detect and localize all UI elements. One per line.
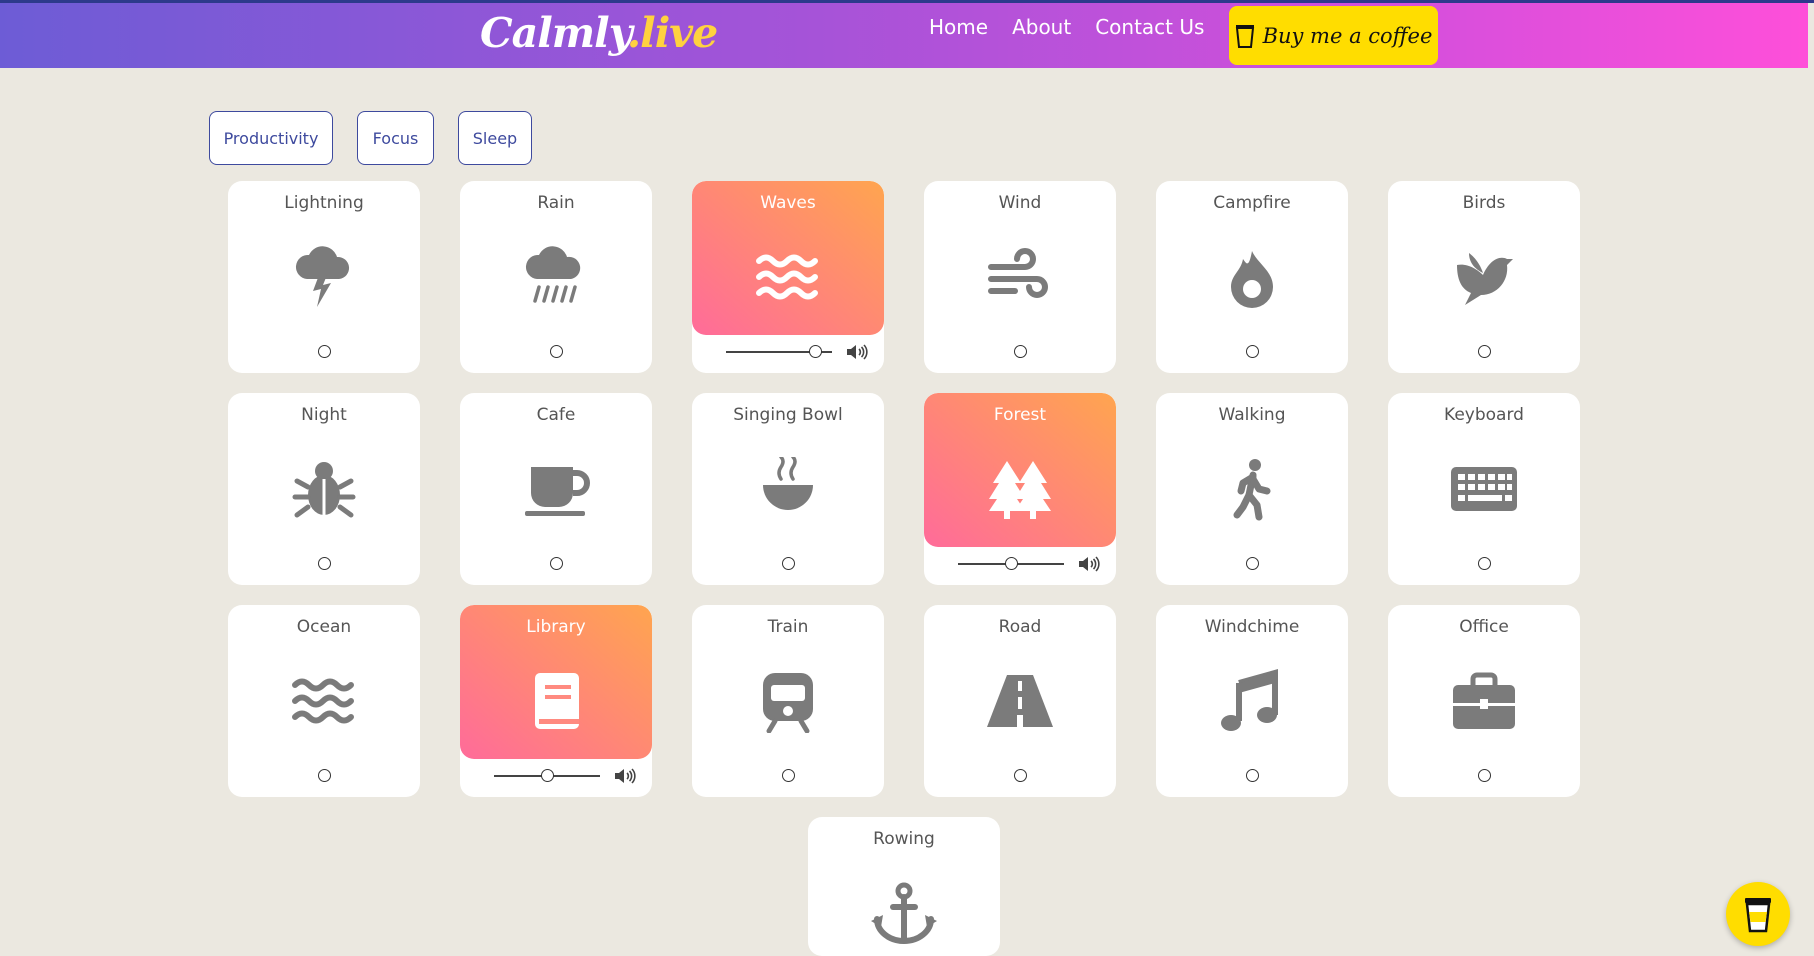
thunderstorm-icon xyxy=(289,245,359,309)
play-toggle[interactable] xyxy=(318,769,331,782)
play-toggle[interactable] xyxy=(550,557,563,570)
coffee-fab-button[interactable] xyxy=(1726,882,1790,946)
bowl-icon xyxy=(753,455,823,521)
filter-focus[interactable]: Focus xyxy=(357,111,434,165)
sound-card-birds[interactable]: Birds xyxy=(1388,181,1580,373)
water-icon xyxy=(753,245,823,309)
coffee-cup-icon xyxy=(1745,898,1771,933)
sound-card-train[interactable]: Train xyxy=(692,605,884,797)
sound-card-cafe[interactable]: Cafe xyxy=(460,393,652,585)
site-logo[interactable]: Calmly.live xyxy=(480,9,718,57)
sound-card-night[interactable]: Night xyxy=(228,393,420,585)
sound-card-wind[interactable]: Wind xyxy=(924,181,1116,373)
category-filters: Productivity Focus Sleep xyxy=(209,111,532,165)
sound-card-title: Train xyxy=(767,617,809,637)
main-nav: Home About Contact Us xyxy=(929,15,1204,39)
sound-card-road[interactable]: Road xyxy=(924,605,1116,797)
volume-icon[interactable] xyxy=(1078,556,1100,572)
nav-about-link[interactable]: About xyxy=(1012,15,1071,39)
play-toggle[interactable] xyxy=(782,557,795,570)
sound-card-rowing[interactable]: Rowing xyxy=(808,817,1000,956)
train-icon xyxy=(753,669,823,734)
rain-cloud-icon xyxy=(521,245,591,309)
sound-card-waves[interactable]: Waves xyxy=(692,181,884,373)
sound-card-windchime[interactable]: Windchime xyxy=(1156,605,1348,797)
sound-card-title: Walking xyxy=(1218,405,1286,425)
play-toggle[interactable] xyxy=(1246,557,1259,570)
volume-slider-knob[interactable] xyxy=(540,769,554,782)
sound-card-title: Rowing xyxy=(873,829,935,849)
sound-card-forest[interactable]: Forest xyxy=(924,393,1116,585)
site-header: Calmly.live Home About Contact Us Buy me… xyxy=(0,3,1814,68)
sound-card-title: Cafe xyxy=(536,405,576,425)
volume-icon[interactable] xyxy=(614,768,636,784)
filter-productivity[interactable]: Productivity xyxy=(209,111,333,165)
sound-card-campfire[interactable]: Campfire xyxy=(1156,181,1348,373)
play-toggle[interactable] xyxy=(1246,345,1259,358)
play-toggle[interactable] xyxy=(318,557,331,570)
anchor-icon xyxy=(869,881,939,945)
volume-icon[interactable] xyxy=(846,344,868,360)
sound-card-library[interactable]: Library xyxy=(460,605,652,797)
coffee-cup-icon xyxy=(521,457,591,521)
sound-card-title: Singing Bowl xyxy=(733,405,843,425)
sound-card-title: Waves xyxy=(760,193,816,213)
sound-card-ocean[interactable]: Ocean xyxy=(228,605,420,797)
sound-card-title: Ocean xyxy=(296,617,352,637)
play-toggle[interactable] xyxy=(318,345,331,358)
road-icon xyxy=(985,669,1055,733)
music-note-icon xyxy=(1217,669,1287,733)
play-toggle[interactable] xyxy=(1478,769,1491,782)
sound-card-title: Lightning xyxy=(284,193,364,213)
play-toggle[interactable] xyxy=(782,769,795,782)
buy-coffee-button[interactable]: Buy me a coffee xyxy=(1229,6,1438,65)
coffee-cup-icon xyxy=(1235,24,1254,48)
trees-icon xyxy=(985,457,1055,521)
nav-home-link[interactable]: Home xyxy=(929,15,988,39)
nav-contact-link[interactable]: Contact Us xyxy=(1095,15,1204,39)
play-toggle[interactable] xyxy=(1478,557,1491,570)
play-toggle[interactable] xyxy=(1014,345,1027,358)
sound-card-title: Windchime xyxy=(1204,617,1300,637)
sound-card-title: Rain xyxy=(537,193,575,213)
sound-card-keyboard[interactable]: Keyboard xyxy=(1388,393,1580,585)
briefcase-icon xyxy=(1449,669,1519,733)
keyboard-icon xyxy=(1449,457,1519,521)
sound-card-title: Road xyxy=(998,617,1042,637)
book-icon xyxy=(521,669,591,733)
walking-person-icon xyxy=(1217,457,1287,521)
sound-card-title: Office xyxy=(1459,617,1509,637)
buy-coffee-label: Buy me a coffee xyxy=(1262,23,1433,48)
sound-card-title: Birds xyxy=(1462,193,1506,213)
sound-card-walking[interactable]: Walking xyxy=(1156,393,1348,585)
wind-icon xyxy=(985,245,1055,309)
volume-slider-knob[interactable] xyxy=(808,345,822,358)
dove-icon xyxy=(1449,245,1519,309)
filter-sleep[interactable]: Sleep xyxy=(458,111,532,165)
sound-card-lightning[interactable]: Lightning xyxy=(228,181,420,373)
sound-card-office[interactable]: Office xyxy=(1388,605,1580,797)
scrollbar[interactable] xyxy=(1808,3,1814,956)
fire-icon xyxy=(1217,245,1287,309)
sound-card-title: Campfire xyxy=(1213,193,1291,213)
sound-card-rain[interactable]: Rain xyxy=(460,181,652,373)
sound-card-title: Library xyxy=(526,617,586,637)
play-toggle[interactable] xyxy=(1246,769,1259,782)
volume-slider-knob[interactable] xyxy=(1004,557,1018,570)
sound-card-singing-bowl[interactable]: Singing Bowl xyxy=(692,393,884,585)
sound-card-title: Keyboard xyxy=(1444,405,1524,425)
sound-card-title: Forest xyxy=(993,405,1047,425)
play-toggle[interactable] xyxy=(1014,769,1027,782)
water-icon xyxy=(289,669,359,733)
play-toggle[interactable] xyxy=(1478,345,1491,358)
bug-icon xyxy=(289,457,359,521)
sound-card-title: Wind xyxy=(998,193,1042,213)
play-toggle[interactable] xyxy=(550,345,563,358)
sound-card-title: Night xyxy=(301,405,347,425)
